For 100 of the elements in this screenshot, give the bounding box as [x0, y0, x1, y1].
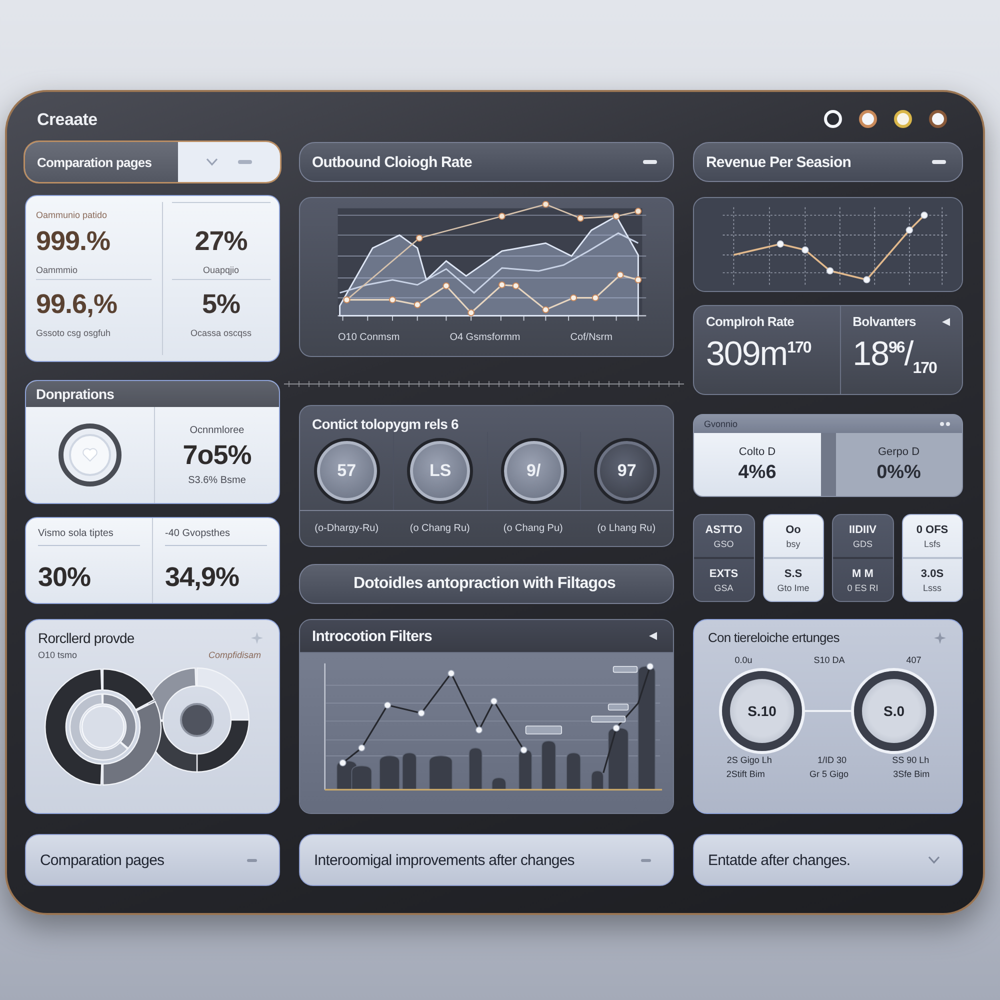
- stat-caption: Ocassa oscqss: [190, 328, 252, 338]
- data-point: [570, 294, 578, 302]
- gauge-dial: LS: [407, 438, 474, 504]
- segment-option[interactable]: Colto D 4%6: [694, 433, 820, 496]
- chart-bar: [428, 755, 453, 790]
- card-title: Con tiereloiche ertunges: [708, 630, 840, 645]
- dash-icon: [643, 160, 657, 164]
- data-point: [442, 282, 450, 290]
- data-point: [542, 201, 550, 208]
- label-tag-icon: [591, 716, 626, 722]
- metric-label: Bolvanters: [852, 314, 916, 329]
- sparkle-icon: [251, 632, 263, 644]
- circle-icon[interactable]: [929, 110, 947, 128]
- data-point: [418, 710, 425, 717]
- stat-caption: Ouapqjio: [202, 265, 240, 275]
- gauge-caption: (o Chang Ru): [408, 523, 471, 534]
- tile-caption: Lsfs: [924, 538, 940, 548]
- metric-select-dropdown[interactable]: Outbound Cloiogh Rate: [299, 142, 674, 182]
- caret-icon[interactable]: [942, 318, 950, 326]
- metric-label: Complroh Rate: [706, 314, 794, 329]
- data-point: [863, 276, 870, 284]
- chart-bar: [608, 728, 629, 790]
- data-point: [612, 724, 620, 732]
- stat-value: 99.6,%: [36, 289, 118, 320]
- dots-icon[interactable]: [940, 422, 950, 426]
- data-point: [634, 276, 642, 284]
- chart-note: O10 tsmo: [38, 650, 78, 660]
- sparkle-icon: [934, 632, 946, 644]
- gauge-dial: 97: [594, 438, 660, 504]
- option-value: 0%%: [876, 462, 921, 484]
- donut-knob: [180, 703, 214, 737]
- data-point: [339, 759, 346, 766]
- chart-bar: [379, 755, 400, 790]
- segment-option[interactable]: Gerpo D 0%%: [836, 433, 962, 496]
- ring-icon: [58, 423, 122, 487]
- data-point: [498, 212, 506, 220]
- tile-value: M M: [852, 568, 874, 580]
- gauge-caption: (o-Dhargy-Ru): [314, 523, 380, 534]
- data-point: [384, 702, 392, 709]
- chart-bar: [468, 748, 482, 790]
- caret-icon[interactable]: [649, 632, 657, 640]
- dial-caption: 1/ID 30: [817, 755, 846, 765]
- connector-line: [802, 710, 854, 712]
- stat-caption: Oammmio: [36, 265, 79, 275]
- action-button[interactable]: Dotoidles antopraction with Filtagos: [299, 564, 674, 604]
- circle-icon[interactable]: [859, 110, 877, 128]
- tile-caption: 0 ES RI: [847, 582, 878, 592]
- data-point: [498, 281, 506, 288]
- gauge-dial: 57: [314, 438, 380, 504]
- chart-caption: O10 Conmsm: [338, 332, 400, 343]
- chart-caption: Cof/Nsrm: [570, 332, 612, 343]
- chart-note: Compfidisam: [208, 650, 261, 660]
- chart-bar: [591, 770, 604, 790]
- tile-caption: GDS: [852, 538, 872, 548]
- metric-value: 309m$^{170}$: [706, 335, 812, 374]
- stat-value: 999.%: [36, 226, 112, 257]
- page-select-dropdown[interactable]: Entatde after changes.: [693, 834, 963, 886]
- tile-value: IIDIIV: [848, 524, 876, 536]
- data-point: [592, 294, 599, 302]
- stat-value: 27%: [194, 226, 248, 257]
- chart-bar: [402, 752, 417, 790]
- page-select-dropdown[interactable]: Comparation pages: [25, 142, 280, 182]
- chart-bar: [566, 752, 581, 790]
- data-point: [468, 309, 475, 316]
- page-select-dropdown[interactable]: Comparation pages: [25, 834, 280, 886]
- chart-bar: [541, 740, 556, 790]
- stat-caption: S3.6% Bsme: [188, 474, 246, 486]
- gauge-dial: S.0: [854, 671, 934, 751]
- data-point: [389, 296, 396, 304]
- gauge-dial: 9/: [500, 438, 567, 504]
- dash-icon: [238, 160, 252, 164]
- stat-label: Oammunio patido: [36, 210, 108, 220]
- data-point: [826, 267, 834, 274]
- metric-select-dropdown[interactable]: Revenue Per Seasion: [693, 142, 963, 182]
- tile-caption: GSO: [714, 538, 734, 548]
- option-label: Colto D: [738, 446, 776, 458]
- gauge-dial: S.10: [722, 671, 802, 751]
- stat-label: -40 Gvopsthes: [165, 528, 267, 546]
- dial-label: 407: [906, 655, 922, 665]
- donut-slice: [196, 667, 250, 721]
- window-title: Creaate: [37, 110, 98, 130]
- data-point: [802, 246, 809, 254]
- page-select-dropdown[interactable]: Interoomigal improvements after changes: [299, 834, 674, 886]
- data-point: [616, 271, 624, 278]
- dial-caption: Gr 5 Gigo: [809, 769, 848, 779]
- data-point: [512, 282, 520, 290]
- card-title: Gvonnio: [704, 419, 738, 429]
- gauge-caption: (o Chang Pu): [502, 523, 564, 534]
- label-tag-icon: [525, 726, 562, 734]
- circle-icon[interactable]: [894, 110, 912, 128]
- data-point: [448, 670, 455, 677]
- chevron-down-icon: [928, 856, 940, 864]
- data-point: [612, 212, 620, 220]
- tile-value: Oo: [786, 524, 801, 536]
- dial-caption: 2Stift Bim: [726, 769, 765, 779]
- chart-bar: [518, 750, 532, 790]
- tile-caption: GSA: [714, 582, 734, 592]
- chart-bar: [492, 777, 506, 790]
- tile-value: 3.0S: [920, 568, 944, 580]
- dash-icon: [641, 858, 651, 862]
